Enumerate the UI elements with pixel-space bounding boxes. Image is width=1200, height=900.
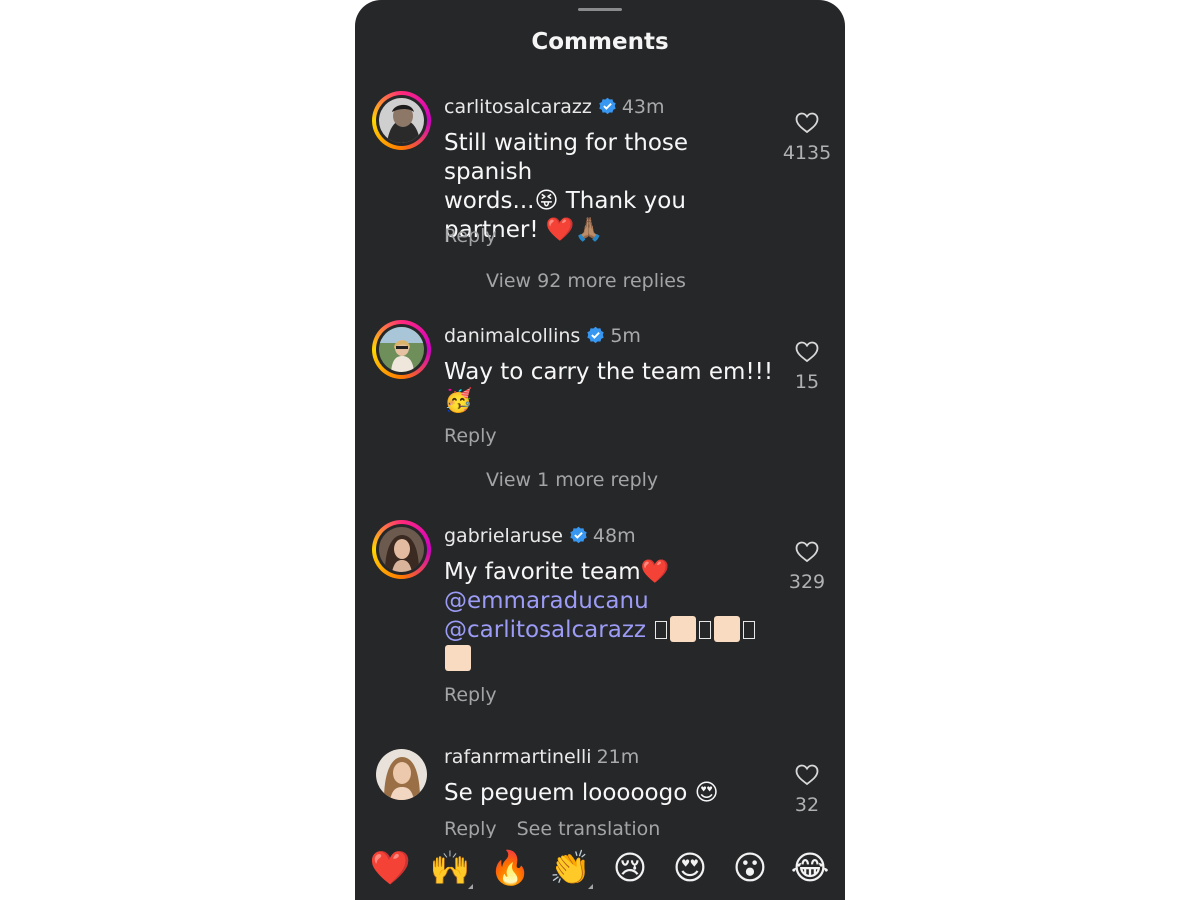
comments-list[interactable]: carlitosalcarazz 43m Still waiting for th… — [355, 0, 845, 838]
like-control: 4135 — [775, 112, 839, 164]
see-translation-button[interactable]: See translation — [517, 818, 661, 838]
skin-tone-block-icon — [714, 616, 741, 642]
missing-glyph-icon — [655, 621, 668, 639]
comment-time: 43m — [621, 96, 665, 118]
view-more-replies-button[interactable]: View 1 more reply — [486, 469, 658, 491]
verified-badge-icon — [587, 326, 604, 344]
comments-sheet: Comments carlitosalcarazz 43m Still wait… — [355, 0, 845, 900]
like-control: 329 — [775, 541, 839, 593]
missing-glyph-icon — [699, 621, 712, 639]
skin-tone-block-icon — [670, 616, 697, 642]
comment-time: 5m — [610, 325, 641, 347]
comment-username[interactable]: carlitosalcarazz — [444, 96, 592, 118]
fire-emoji-button[interactable]: 🔥 — [486, 848, 534, 888]
heart-icon[interactable] — [795, 541, 819, 563]
comment-text-line: Way to carry the team em!!! — [444, 359, 774, 385]
clapping-hands-emoji-button[interactable]: 👏 — [546, 848, 594, 888]
story-ring[interactable] — [372, 520, 431, 579]
comment-text-line: Still waiting for those spanish — [444, 130, 689, 185]
comment-text: Se peguem looooogo 😍 — [444, 779, 774, 808]
story-ring[interactable] — [372, 320, 431, 379]
comment-text-line: My favorite team❤️ — [444, 559, 670, 585]
skin-tone-indicator-icon — [588, 884, 593, 889]
comment-text: Way to carry the team em!!! 🥳 — [444, 358, 774, 416]
like-control: 15 — [775, 341, 839, 393]
comment-text-line: 🥳 — [444, 388, 473, 414]
comment-time: 48m — [592, 525, 636, 547]
avatar — [379, 327, 424, 372]
like-count: 32 — [794, 794, 820, 816]
avatar — [376, 749, 427, 800]
surprised-face-emoji-button[interactable]: 😮 — [726, 848, 774, 888]
comment-username[interactable]: gabrielaruse — [444, 525, 563, 547]
reply-button[interactable]: Reply — [444, 818, 497, 838]
like-control: 32 — [775, 764, 839, 816]
mention-link[interactable]: @emmaraducanu — [444, 587, 774, 616]
heart-icon[interactable] — [795, 112, 819, 134]
comment-username[interactable]: danimalcollins — [444, 325, 580, 347]
comment-time: 21m — [596, 746, 640, 768]
skin-tone-block-icon — [445, 645, 471, 671]
crying-face-emoji-button[interactable]: 😢 — [606, 848, 654, 888]
like-count: 15 — [794, 371, 820, 393]
comment-username[interactable]: rafanrmartinelli — [444, 746, 592, 768]
comment-text: My favorite team❤️ @emmaraducanu @carlit… — [444, 558, 774, 674]
heart-icon[interactable] — [795, 764, 819, 786]
verified-badge-icon — [570, 526, 587, 544]
raising-hands-emoji-button[interactable]: 🙌 — [426, 848, 474, 888]
view-more-replies-button[interactable]: View 92 more replies — [486, 270, 686, 292]
avatar — [379, 527, 424, 572]
comment-text-line: Se peguem looooogo 😍 — [444, 780, 719, 806]
laughing-tears-emoji-button[interactable]: 😂 — [786, 848, 834, 888]
like-count: 329 — [788, 571, 826, 593]
reply-button[interactable]: Reply — [444, 425, 497, 447]
heart-eyes-emoji-button[interactable]: 😍 — [666, 848, 714, 888]
missing-glyph-icon — [743, 621, 756, 639]
reply-button[interactable]: Reply — [444, 225, 497, 247]
skin-tone-indicator-icon — [468, 884, 473, 889]
quick-reaction-bar: ❤️ 🙌 🔥 👏 😢 😍 😮 😂 — [355, 838, 845, 900]
red-heart-emoji-button[interactable]: ❤️ — [366, 848, 414, 888]
like-count: 4135 — [782, 142, 832, 164]
comment-text-line: words...😝 Thank you — [444, 188, 686, 214]
avatar — [379, 98, 424, 143]
story-ring[interactable] — [372, 91, 431, 150]
verified-badge-icon — [599, 97, 616, 115]
reply-button[interactable]: Reply — [444, 684, 497, 706]
mention-link[interactable]: @carlitosalcarazz — [444, 617, 646, 643]
heart-icon[interactable] — [795, 341, 819, 363]
avatar-frame[interactable] — [372, 745, 431, 804]
